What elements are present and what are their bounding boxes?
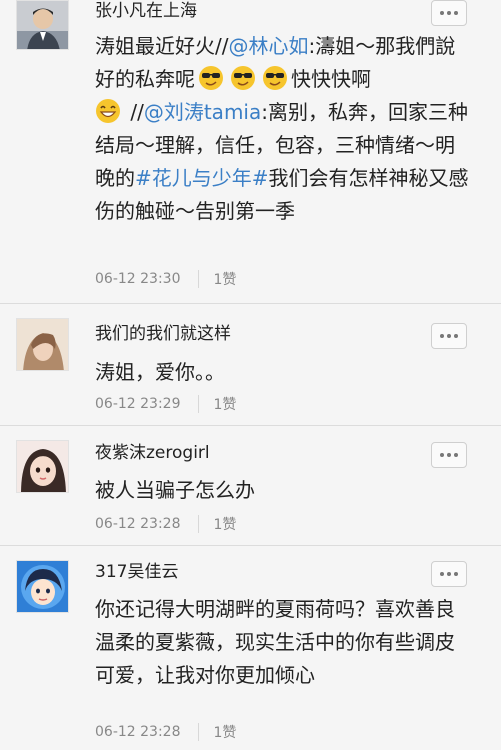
more-options-button[interactable] <box>431 323 467 349</box>
comment-text: 快快快啊 <box>291 67 371 91</box>
username[interactable]: 317吴佳云 <box>95 561 178 583</box>
topic-link[interactable]: #花儿与少年# <box>135 166 269 190</box>
divider <box>198 515 200 533</box>
more-options-icon <box>440 334 444 338</box>
timestamp: 06-12 23:28 <box>95 516 181 532</box>
comment-meta: 06-12 23:28 1赞 <box>95 512 236 536</box>
more-options-icon <box>440 572 444 576</box>
comment-text: // <box>124 100 144 124</box>
comment-feed: 张小凡在上海 涛姐最近好火//@林心如:濤姐～那我們說好的私奔呢 快快快啊 //@… <box>0 0 501 750</box>
more-options-icon <box>454 453 458 457</box>
more-options-icon <box>447 11 451 15</box>
timestamp: 06-12 23:28 <box>95 724 181 740</box>
sunglasses-emoji-icon <box>263 66 287 90</box>
comment-body: 被人当骗子怎么办 <box>95 478 255 502</box>
grin-emoji-icon <box>96 99 120 123</box>
more-options-icon <box>454 334 458 338</box>
comment-body: 你还记得大明湖畔的夏雨荷吗？喜欢善良温柔的夏紫薇，现实生活中的你有些调皮可爱，让… <box>95 597 455 687</box>
comment-item: 张小凡在上海 涛姐最近好火//@林心如:濤姐～那我們說好的私奔呢 快快快啊 //@… <box>0 0 501 304</box>
avatar[interactable] <box>16 560 69 613</box>
more-options-icon <box>440 453 444 457</box>
username[interactable]: 张小凡在上海 <box>95 0 197 22</box>
avatar[interactable] <box>16 440 69 493</box>
comment-item: 317吴佳云 你还记得大明湖畔的夏雨荷吗？喜欢善良温柔的夏紫薇，现实生活中的你有… <box>0 546 501 750</box>
comment-body: 涛姐最近好火//@林心如:濤姐～那我們說好的私奔呢 快快快啊 //@刘涛tamia… <box>95 30 470 228</box>
more-options-button[interactable] <box>431 561 467 587</box>
more-options-icon <box>454 572 458 576</box>
like-count[interactable]: 1赞 <box>213 269 236 289</box>
more-options-icon <box>447 453 451 457</box>
comment-meta: 06-12 23:29 1赞 <box>95 392 236 416</box>
like-count[interactable]: 1赞 <box>213 394 236 414</box>
more-options-icon <box>447 334 451 338</box>
comment-text: 涛姐最近好火// <box>95 34 229 58</box>
like-count[interactable]: 1赞 <box>213 722 236 742</box>
more-options-button[interactable] <box>431 442 467 468</box>
comment-item: 我们的我们就这样 涛姐，爱你。。 06-12 23:29 1赞 <box>0 304 501 426</box>
avatar[interactable] <box>16 318 69 371</box>
divider <box>198 270 200 288</box>
username[interactable]: 我们的我们就这样 <box>95 323 231 345</box>
more-options-icon <box>440 11 444 15</box>
timestamp: 06-12 23:29 <box>95 396 181 412</box>
like-count[interactable]: 1赞 <box>213 514 236 534</box>
avatar[interactable] <box>16 0 69 50</box>
more-options-icon <box>447 572 451 576</box>
comment-meta: 06-12 23:30 1赞 <box>95 267 236 291</box>
sunglasses-emoji-icon <box>199 66 223 90</box>
comment-item: 夜紫沫zerogirl 被人当骗子怎么办 06-12 23:28 1赞 <box>0 426 501 546</box>
comment-meta: 06-12 23:28 1赞 <box>95 720 236 744</box>
divider <box>198 723 200 741</box>
more-options-icon <box>454 11 458 15</box>
timestamp: 06-12 23:30 <box>95 271 181 287</box>
comment-body: 涛姐，爱你。。 <box>95 360 225 384</box>
mention-link[interactable]: @刘涛tamia <box>144 100 261 124</box>
username[interactable]: 夜紫沫zerogirl <box>95 442 210 464</box>
more-options-button[interactable] <box>431 0 467 26</box>
sunglasses-emoji-icon <box>231 66 255 90</box>
mention-link[interactable]: @林心如 <box>228 34 308 58</box>
divider <box>198 395 200 413</box>
